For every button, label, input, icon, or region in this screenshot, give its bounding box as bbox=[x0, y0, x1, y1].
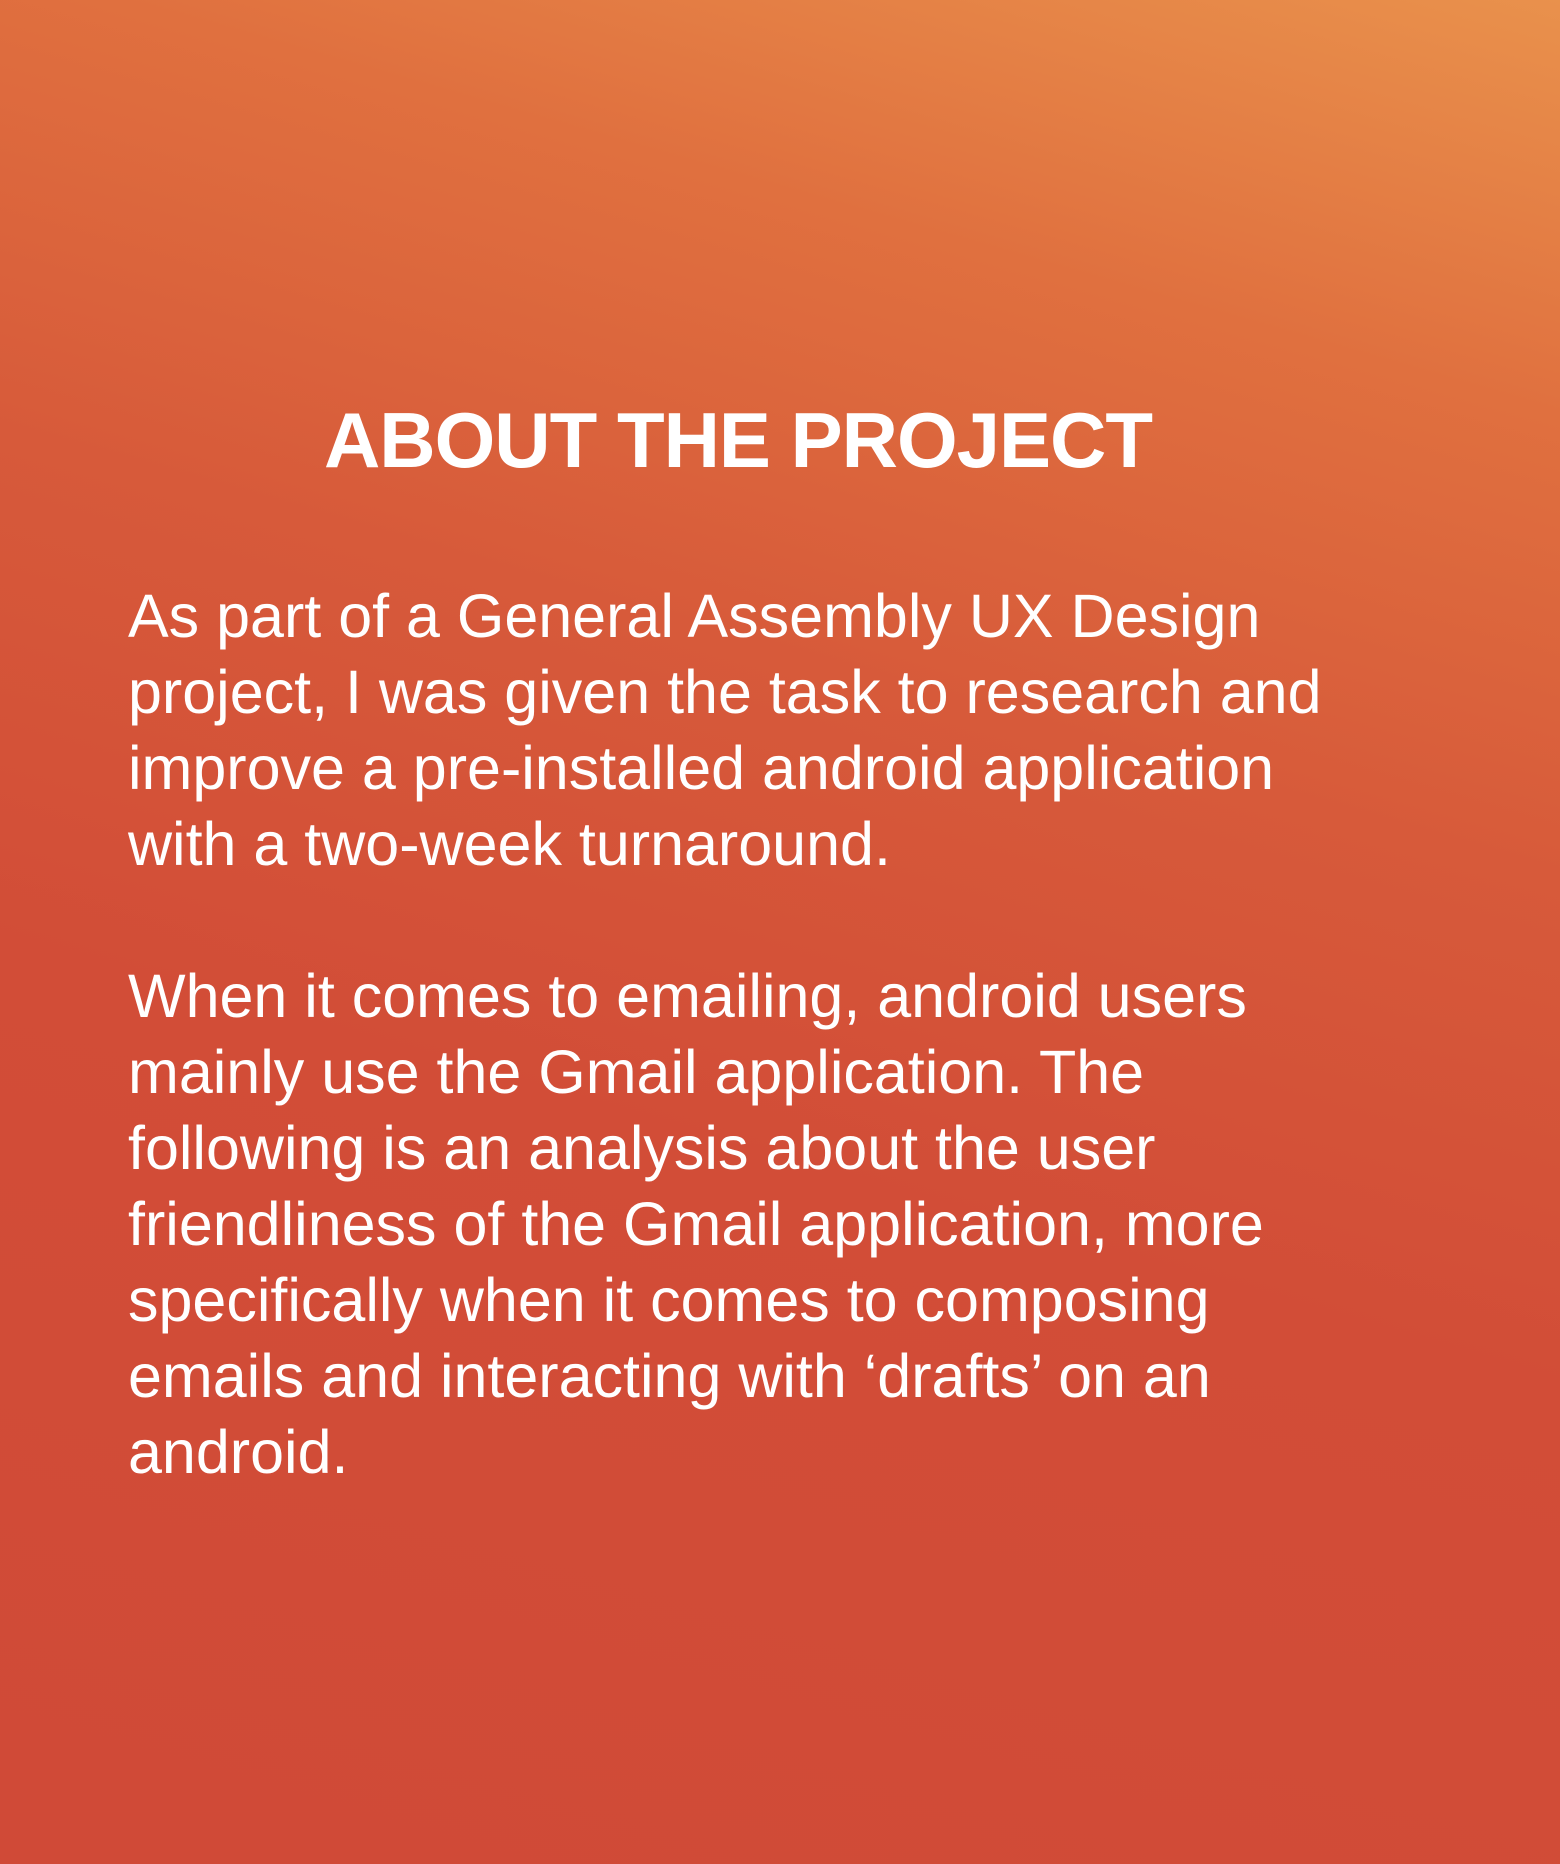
analysis-paragraph: When it comes to emailing, android users… bbox=[128, 958, 1264, 1490]
analysis-line: android. bbox=[128, 1418, 349, 1486]
analysis-line: When it comes to emailing, android users bbox=[128, 962, 1247, 1030]
intro-paragraph: As part of a General Assembly UX Design … bbox=[128, 578, 1322, 882]
intro-line: improve a pre-installed android applicat… bbox=[128, 734, 1275, 802]
intro-line: project, I was given the task to researc… bbox=[128, 658, 1322, 726]
intro-line: As part of a General Assembly UX Design bbox=[128, 582, 1261, 650]
analysis-line: emails and interacting with ‘drafts’ on … bbox=[128, 1342, 1211, 1410]
analysis-line: friendliness of the Gmail application, m… bbox=[128, 1190, 1264, 1258]
analysis-line: mainly use the Gmail application. The bbox=[128, 1038, 1145, 1106]
analysis-line: following is an analysis about the user bbox=[128, 1114, 1156, 1182]
intro-line: with a two-week turnaround. bbox=[128, 810, 891, 878]
analysis-line: specifically when it comes to composing bbox=[128, 1266, 1210, 1334]
page-title: ABOUT THE PROJECT bbox=[323, 396, 1153, 484]
